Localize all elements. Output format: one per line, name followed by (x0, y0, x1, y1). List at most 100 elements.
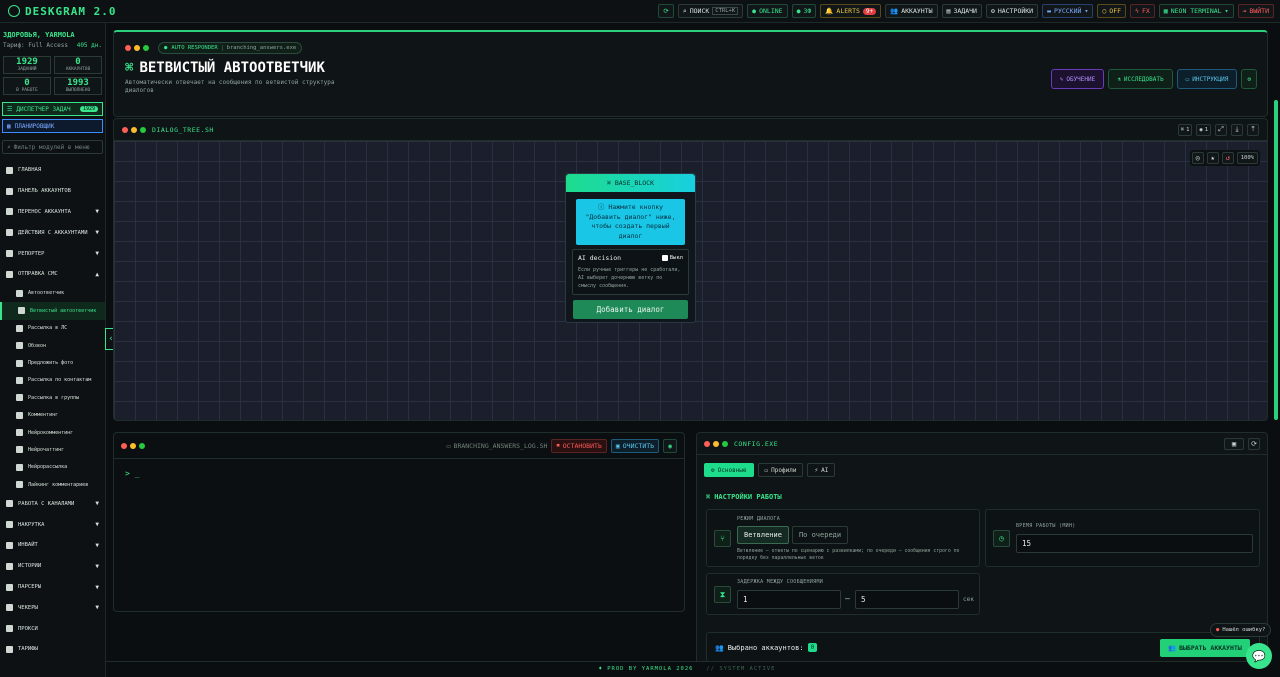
window-dots (122, 126, 146, 133)
app-brand[interactable]: DESKGRAM 2.0 (0, 5, 116, 18)
download-button[interactable]: ⤓ (1231, 123, 1243, 136)
sidebar-subitem[interactable]: Рассылка по контактам (0, 372, 105, 389)
settings-button[interactable]: ⚙ НАСТРОЙКИ (985, 4, 1039, 18)
module-settings-button[interactable]: ⚙ (1241, 69, 1257, 89)
upload-button[interactable]: ⤒ (1247, 123, 1259, 136)
sidebar-item-checkers[interactable]: ЧЕКЕРЫ ▼ (0, 597, 105, 618)
sidebar-subitem[interactable]: Комментинг (0, 407, 105, 424)
sidebar-subitem-active[interactable]: Ветвистый автоответчик (0, 302, 105, 320)
report-bug-pill[interactable]: ● Нашёл ошибку? (1210, 623, 1272, 637)
log-visibility-button[interactable]: ◉ (663, 438, 677, 453)
reset-button[interactable]: ↺ (1221, 152, 1234, 164)
sidebar-item-invite[interactable]: ИНВАЙТ ▼ (0, 535, 105, 556)
module-filter-input[interactable]: ⌕ Фильтр модулей в меню (2, 140, 103, 154)
dialog-tree-canvas[interactable]: DIALOG_TREE.SH ⌘ 1 ◉ 1 ⤢ ⤓ ⤒ ◎ ★ ↺ 100% ⌘ … (113, 118, 1268, 421)
window-dots (704, 440, 728, 447)
selected-count-badge: 0 (807, 643, 818, 652)
dispatcher-button[interactable]: ☰ ДИСПЕТЧЕР ЗАДАЧ 1929 (2, 102, 103, 116)
ai-decision-toggle[interactable]: Выкл (661, 254, 683, 262)
base-block-node[interactable]: ⌘ BASE_BLOCK ⓘ Нажмите кнопку "Добавить … (565, 173, 696, 323)
stop-button[interactable]: ⏹ ОСТАНОВИТЬ (551, 438, 607, 453)
logout-button[interactable]: ⇥ ВЫЙТИ (1237, 4, 1274, 18)
gear-icon: ⚙ (1247, 75, 1251, 83)
save-preset-button[interactable]: ▣ (1224, 437, 1244, 450)
sidebar-subitem[interactable]: Обзвон (0, 337, 105, 354)
tab-main[interactable]: ⚙ Основные (704, 463, 754, 477)
delay-to-input[interactable]: 5 (855, 590, 959, 609)
refresh-button[interactable]: ⟳ (658, 4, 674, 18)
sidebar-subitem[interactable]: Автоответчик (0, 285, 105, 302)
tasks-button[interactable]: ▤ ЗАДАЧИ (941, 4, 982, 18)
favorite-button[interactable]: ★ (1206, 152, 1219, 164)
users-icon: 👥 (890, 7, 899, 15)
page-scrollbar[interactable] (1274, 100, 1278, 420)
sidebar-item-send-sms[interactable]: ОТПРАВКА СМС ▲ (0, 264, 105, 285)
sidebar-item-accounts-panel[interactable]: ПАНЕЛЬ АККАУНТОВ (0, 181, 105, 202)
fullscreen-button[interactable]: ⤢ (1215, 123, 1227, 136)
branch-icon: ⑂ (714, 530, 731, 547)
home-icon (6, 166, 13, 174)
alerts-button[interactable]: 🔔 ALERTS 9+ (820, 4, 882, 18)
footer: ♦ PROD BY YARMOLA 2026 // SYSTEM ACTIVE (106, 661, 1268, 677)
sidebar-item-channels[interactable]: РАБОТА С КАНАЛАМИ ▼ (0, 493, 105, 514)
log-toolbar: ▭ BRANCHING_ANSWERS_LOG.SH ⏹ ОСТАНОВИТЬ ▣ О… (114, 433, 684, 459)
sidebar: ЗДОРОВЬЯ, YARMOLA Тариф: Full Access 405… (0, 23, 106, 677)
sidebar-item-stories[interactable]: ИСТОРИИ ▼ (0, 556, 105, 577)
send-icon (16, 463, 23, 471)
sidebar-subitem[interactable]: Предложить фото (0, 354, 105, 371)
clear-button[interactable]: ▣ ОЧИСТИТЬ (610, 438, 660, 453)
sound-toggle[interactable]: ◯ OFF (1097, 4, 1127, 18)
sidebar-subitem[interactable]: Рассылка в группы (0, 389, 105, 406)
tab-ai[interactable]: ⚡ AI (807, 463, 836, 477)
window-dots (125, 45, 149, 51)
upload-icon: ⤒ (1251, 125, 1255, 133)
config-reset-button[interactable]: ⟳ (1248, 437, 1260, 450)
channel-icon (6, 500, 13, 508)
canvas-zoom-tools: ◎ ★ ↺ 100% (1189, 150, 1260, 166)
mode-description: Ветвление — ответы по сценарию с развилк… (737, 549, 960, 561)
sidebar-item-reporter[interactable]: РЕПОРТЕР ▼ (0, 243, 105, 264)
accounts-button[interactable]: 👥 АККАУНТЫ (885, 4, 938, 18)
search-button[interactable]: ⌕ ПОИСК CTRL+K (677, 4, 744, 18)
contacts-icon (16, 376, 23, 384)
mode-sequential-option[interactable]: По очереди (791, 526, 849, 544)
work-time-input[interactable]: 15 (1016, 534, 1253, 553)
learn-button[interactable]: ✎ ОБУЧЕНИЕ (1050, 69, 1105, 89)
center-button[interactable]: ◎ (1191, 152, 1204, 164)
sidebar-subitem[interactable]: Нейрокомментинг (0, 424, 105, 441)
sidebar-item-tariffs[interactable]: ТАРИФЫ (0, 639, 105, 660)
tab-profiles[interactable]: ▭ Профили (757, 463, 804, 477)
sidebar-subitem[interactable]: Лайкинг комментариев (0, 476, 105, 493)
sidebar-item-boost[interactable]: НАКРУТКА ▼ (0, 514, 105, 535)
planner-button[interactable]: ▦ ПЛАНИРОВЩИК (2, 119, 103, 133)
sidebar-item-home[interactable]: ГЛАВНАЯ (0, 160, 105, 181)
research-button[interactable]: ⚗ ИССЛЕДОВАТЬ (1108, 69, 1173, 89)
delay-from-input[interactable]: 1 (737, 590, 841, 609)
sidebar-item-proxy[interactable]: ПРОКСИ (0, 618, 105, 639)
select-accounts-button[interactable]: 👥 ВЫБРАТЬ АККАУНТЫ (1160, 639, 1250, 657)
book-icon: ▭ (1185, 75, 1190, 83)
theme-select[interactable]: ▦ NEON TERMINAL ▾ (1158, 4, 1234, 18)
bot-status[interactable]: ● ЗФ (791, 4, 817, 18)
sidebar-subitem[interactable]: Нейрочаттинг (0, 441, 105, 458)
checkbox-icon (661, 255, 668, 261)
bell-icon: 🔔 (825, 7, 834, 15)
sidebar-item-parsers[interactable]: ПАРСЕРЫ ▼ (0, 577, 105, 598)
chat-fab-button[interactable]: 💬 (1246, 643, 1272, 669)
gear-icon: ⚙ (990, 7, 995, 15)
top-bar: DESKGRAM 2.0 ⟳ ⌕ ПОИСК CTRL+K ● ONLINE ● ЗФ … (0, 0, 1280, 23)
sidebar-item-actions[interactable]: ДЕЙСТВИЯ С АККАУНТАМИ ▼ (0, 222, 105, 243)
flask-icon: ⚗ (1117, 75, 1121, 83)
add-dialog-button[interactable]: Добавить диалог (573, 300, 688, 319)
sidebar-subitem[interactable]: Нейрорассылка (0, 459, 105, 476)
language-select[interactable]: ▬ РУССКИЙ ▾ (1042, 4, 1094, 18)
mode-branching-option[interactable]: Ветвление (737, 526, 789, 544)
fx-toggle[interactable]: ϟ FX (1130, 4, 1155, 18)
ai-icon: ⚡ (814, 466, 819, 474)
instruction-button[interactable]: ▭ ИНСТРУКЦИЯ (1176, 69, 1238, 89)
sidebar-item-transfer[interactable]: ПЕРЕНОС АККАУНТА ▼ (0, 202, 105, 223)
dialog-mode-card: ⑂ РЕЖИМ ДИАЛОГА Ветвление По очереди Вет… (706, 509, 980, 567)
clipboard-icon: ▤ (946, 7, 951, 15)
sidebar-subitem[interactable]: Рассылка в ЛС (0, 320, 105, 337)
reset-icon: ↺ (1225, 154, 1230, 162)
